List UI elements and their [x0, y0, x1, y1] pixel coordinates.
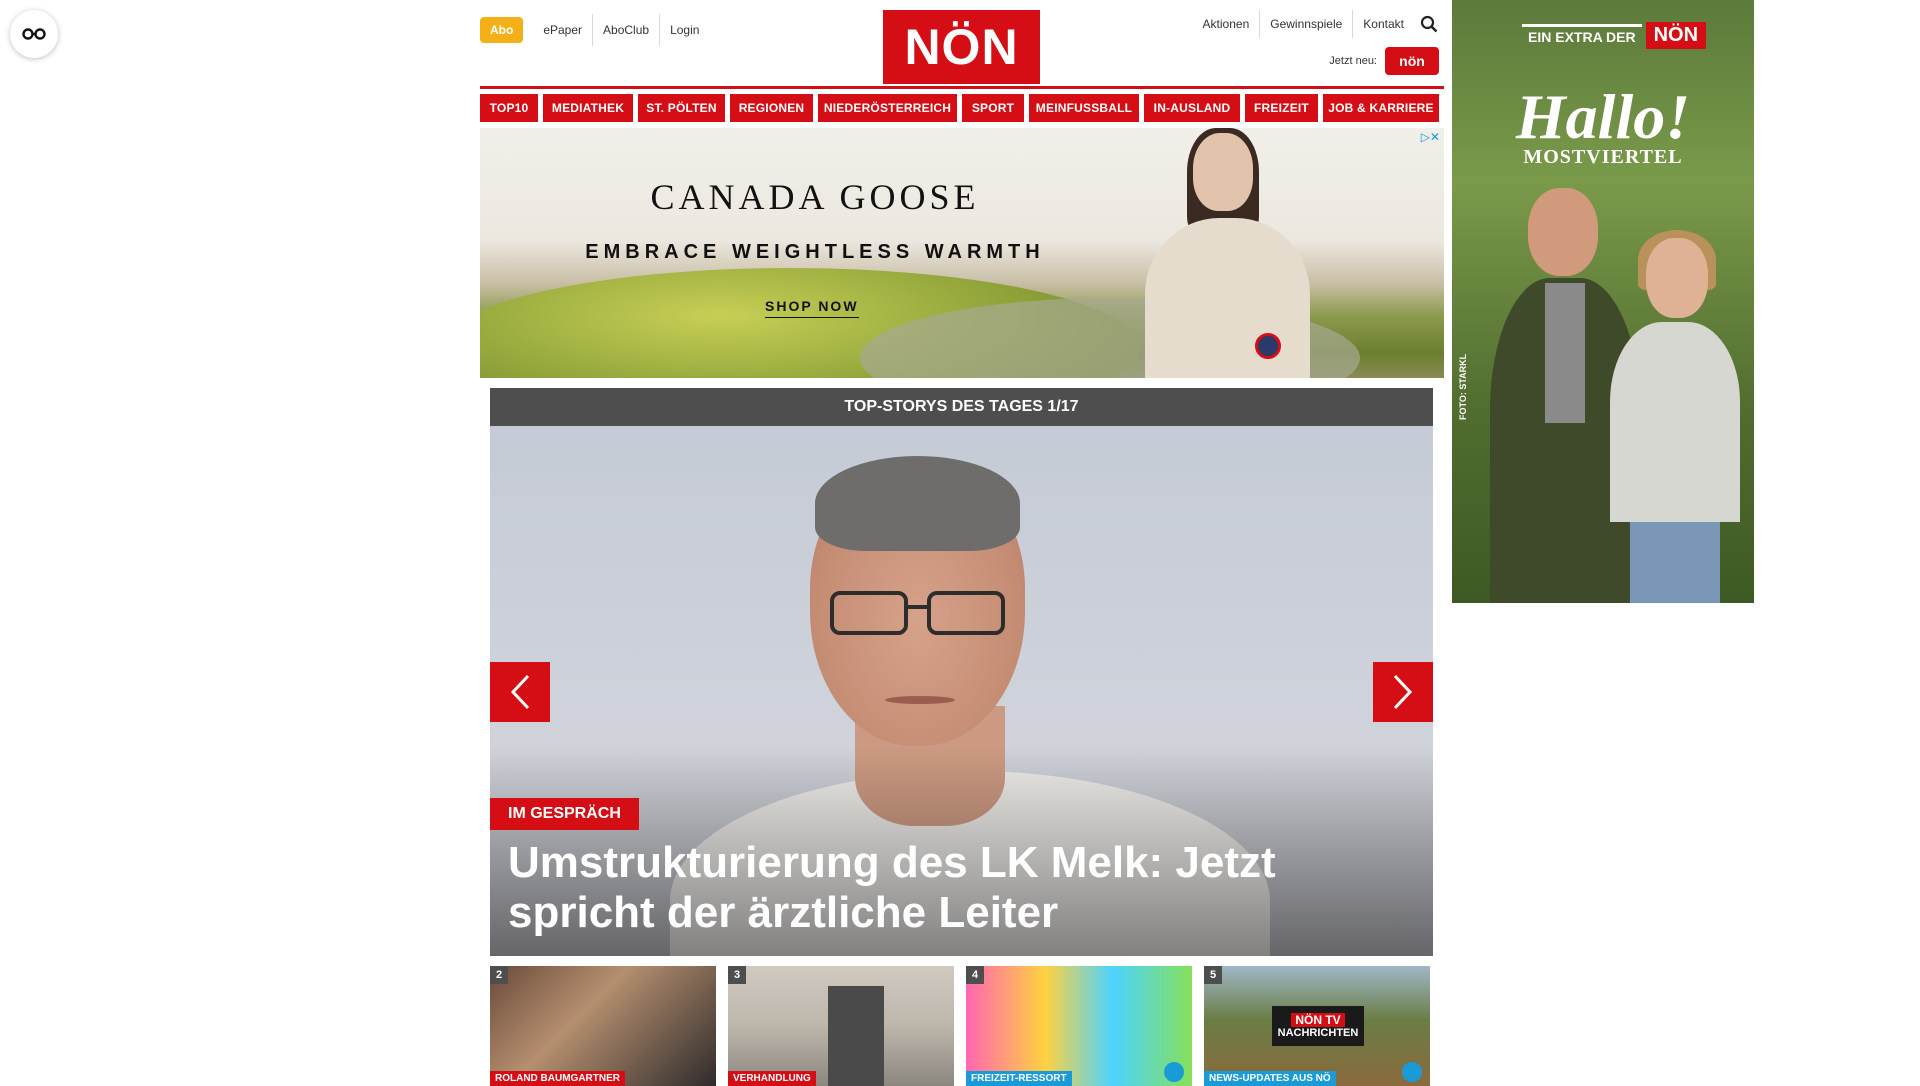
- nav-item-top10[interactable]: TOP10: [480, 94, 538, 122]
- nav-item-mediathek[interactable]: MEDIATHEK: [543, 94, 633, 122]
- accessibility-button[interactable]: [10, 10, 58, 58]
- story-thumb[interactable]: 4 FREIZEIT-RESSORT: [966, 966, 1192, 1086]
- glasses-icon: [22, 28, 46, 40]
- main-column: Abo ePaper AboClub Login NÖN Aktionen Ge…: [480, 0, 1444, 1086]
- kontakt-link[interactable]: Kontakt: [1353, 10, 1414, 38]
- top-story-slider: TOP-STORYS DES TAGES 1/17 IM GESPRÄCH Um…: [490, 388, 1433, 1086]
- site-header: Abo ePaper AboClub Login NÖN Aktionen Ge…: [480, 0, 1444, 86]
- aktionen-link[interactable]: Aktionen: [1193, 10, 1261, 38]
- ad-hallo-title: Hallo!: [1515, 81, 1691, 152]
- nav-item-st-poelten[interactable]: ST. PÖLTEN: [638, 94, 725, 122]
- ad-claim: EMBRACE WEIGHTLESS WARMTH: [585, 241, 1045, 263]
- chevron-left-icon: [510, 674, 530, 710]
- new-app-badge[interactable]: nön: [1385, 47, 1439, 75]
- abo-button[interactable]: Abo: [480, 17, 524, 43]
- thumb-number: 2: [490, 966, 508, 984]
- header-divider: [480, 86, 1444, 89]
- nav-item-freizeit[interactable]: FREIZEIT: [1245, 94, 1318, 122]
- top-story-link[interactable]: IM GESPRÄCH Umstrukturierung des LK Melk…: [490, 426, 1433, 956]
- slider-next-button[interactable]: [1373, 662, 1433, 722]
- story-kicker: IM GESPRÄCH: [490, 798, 639, 830]
- login-link[interactable]: Login: [660, 14, 709, 46]
- nav-item-meinfussball[interactable]: MEINFUSSBALL: [1029, 94, 1139, 122]
- photo-credit: FOTO: STARKL: [1458, 353, 1468, 420]
- story-thumb[interactable]: 3 VERHANDLUNG: [728, 966, 954, 1086]
- building-door: [828, 986, 884, 1086]
- nav-item-sport[interactable]: SPORT: [962, 94, 1024, 122]
- main-nav: TOP10 MEDIATHEK ST. PÖLTEN REGIONEN NIED…: [480, 94, 1444, 122]
- ad-brand: CANADA GOOSE: [650, 177, 980, 217]
- ad-shop-now-link[interactable]: SHOP NOW: [765, 298, 859, 318]
- search-button[interactable]: [1414, 10, 1444, 38]
- thumb-category: VERHANDLUNG: [728, 1071, 816, 1086]
- nav-item-in-ausland[interactable]: IN-AUSLAND: [1144, 94, 1240, 122]
- thumb-number: 5: [1204, 966, 1222, 984]
- thumb-category: FREIZEIT-RESSORT: [966, 1071, 1072, 1086]
- adchoices-icon[interactable]: ▷✕: [1421, 130, 1440, 144]
- jetzt-neu-label: Jetzt neu:: [1329, 55, 1377, 67]
- aboclub-link[interactable]: AboClub: [593, 14, 661, 46]
- epaper-link[interactable]: ePaper: [533, 14, 594, 46]
- top-story-header: TOP-STORYS DES TAGES 1/17: [490, 388, 1433, 426]
- canada-goose-ad[interactable]: CANADA GOOSE EMBRACE WEIGHTLESS WARMTH S…: [480, 128, 1444, 378]
- thumb-number: 3: [728, 966, 746, 984]
- thumb-number: 4: [966, 966, 984, 984]
- ad-publisher-mark: EIN EXTRA DER NÖN: [1522, 22, 1707, 49]
- thumb-category: ROLAND BAUMGARTNER: [490, 1071, 625, 1086]
- gewinnspiele-link[interactable]: Gewinnspiele: [1260, 10, 1354, 38]
- chevron-right-icon: [1393, 674, 1413, 710]
- new-app-promo: Jetzt neu: nön: [1329, 47, 1439, 75]
- site-logo[interactable]: NÖN: [883, 10, 1040, 84]
- story-headline: Umstrukturierung des LK Melk: Jetzt spri…: [508, 838, 1276, 937]
- ad-model-image: [1135, 128, 1315, 378]
- gallery-icon: [1164, 1062, 1184, 1082]
- nav-item-niederoesterreich[interactable]: NIEDERÖSTERREICH: [818, 94, 957, 122]
- thumb-category: NEWS-UPDATES AUS NÖ: [1204, 1071, 1336, 1086]
- video-icon: [1402, 1062, 1422, 1082]
- hallo-mostviertel-ad[interactable]: EIN EXTRA DER NÖN Hallo! MOSTVIERTEL FOT…: [1452, 0, 1754, 603]
- story-thumb[interactable]: 2 ROLAND BAUMGARTNER: [490, 966, 716, 1086]
- slider-prev-button[interactable]: [490, 662, 550, 722]
- story-thumb[interactable]: NÖN TV NACHRICHTEN 5 NEWS-UPDATES AUS NÖ: [1204, 966, 1430, 1086]
- nav-item-regionen[interactable]: REGIONEN: [730, 94, 813, 122]
- noen-tv-logo: NÖN TV NACHRICHTEN: [1272, 1006, 1364, 1046]
- search-icon: [1420, 15, 1438, 33]
- brand-patch-icon: [1255, 333, 1281, 359]
- header-right-links: Aktionen Gewinnspiele Kontakt: [1193, 10, 1444, 38]
- nav-item-job-karriere[interactable]: JOB & KARRIERE: [1323, 94, 1439, 122]
- header-left-links: Abo ePaper AboClub Login: [480, 14, 709, 46]
- portrait-glasses: [830, 591, 1005, 639]
- ad-woman-image: [1610, 230, 1740, 603]
- ad-region-title: MOSTVIERTEL: [1523, 146, 1683, 168]
- story-thumbnails: 2 ROLAND BAUMGARTNER 3 VERHANDLUNG 4 FRE…: [490, 966, 1433, 1086]
